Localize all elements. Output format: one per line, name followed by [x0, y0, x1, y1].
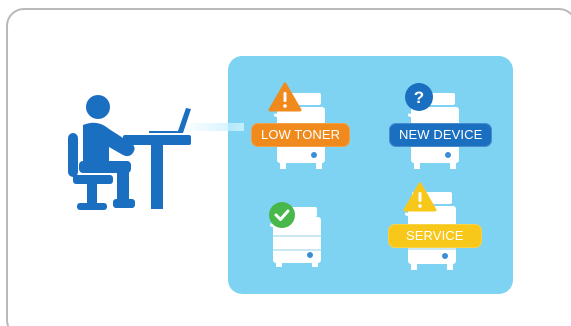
warning-icon	[268, 82, 302, 112]
connection-beam	[188, 123, 244, 131]
person-at-desk-icon	[68, 95, 191, 210]
warning-icon	[403, 182, 437, 212]
status-label-new-device: NEW DEVICE	[389, 123, 493, 147]
check-icon	[269, 202, 295, 228]
question-icon: ?	[405, 83, 433, 111]
svg-text:?: ?	[414, 88, 424, 107]
illustration-stage: LOW TONER ? NEW DEVICE SERVICE	[0, 0, 571, 326]
status-label-service: SERVICE	[388, 224, 482, 248]
status-label-low-toner: LOW TONER	[251, 123, 351, 147]
